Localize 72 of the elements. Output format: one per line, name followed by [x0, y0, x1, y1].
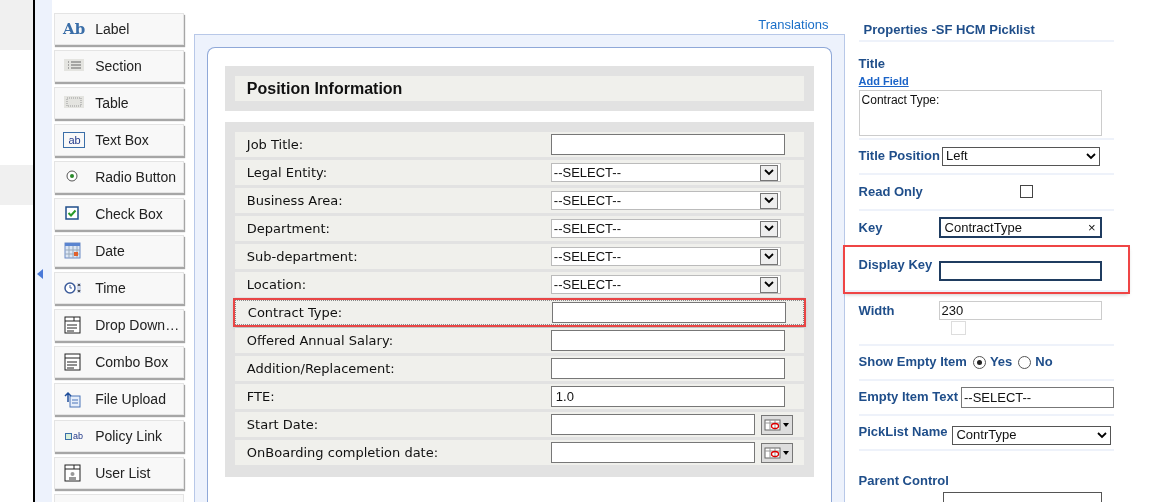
navigation-item[interactable] — [0, 0, 34, 50]
text-field[interactable] — [550, 358, 785, 379]
toolbox-button[interactable]: Table — [54, 87, 185, 119]
property-label: Parent Control — [858, 471, 950, 490]
field-label: Location: — [246, 275, 308, 294]
collapse-arrow-icon[interactable] — [37, 269, 44, 279]
field-label: Department: — [246, 219, 331, 238]
property-label: Read Only — [858, 182, 924, 201]
add-field-link[interactable]: Add Field — [858, 73, 909, 90]
field-label: Offered Annual Salary: — [246, 331, 395, 350]
radio-option[interactable]: Yes — [972, 352, 1013, 372]
field-label: Addition/Replacement: — [246, 359, 396, 378]
title-position-select[interactable]: Left — [941, 146, 1100, 166]
field-label: Job Title: — [246, 135, 305, 154]
toolbox-button[interactable]: File Upload — [54, 383, 185, 415]
radio-option[interactable]: No — [1018, 352, 1053, 372]
toolbox-button[interactable]: Combo Box — [54, 346, 185, 378]
caret-icon — [1085, 152, 1096, 160]
toolbox-button[interactable]: Section — [54, 50, 185, 82]
text-field[interactable] — [551, 302, 786, 323]
translations-link[interactable]: Translations — [758, 15, 829, 35]
toolbox-button[interactable]: Ab Label — [54, 13, 185, 45]
title-text-area[interactable]: Contract Type: — [858, 89, 1102, 136]
clear-button[interactable]: × — [1087, 221, 1096, 234]
toolbox-button[interactable]: Radio Button — [54, 161, 185, 193]
width-field[interactable]: 230 — [938, 300, 1102, 320]
toolbox-button[interactable]: ab Text Box — [54, 124, 185, 156]
caret-icon — [1097, 431, 1108, 439]
field-label: Start Date: — [246, 415, 320, 434]
field-label: FTE: — [246, 387, 276, 406]
toolbox-button[interactable]: ab Policy Link — [54, 420, 185, 452]
field-label: OnBoarding completion date: — [246, 443, 440, 462]
parent-control-select[interactable] — [942, 492, 1102, 502]
property-label: Title Position — [858, 147, 940, 166]
text-field[interactable]: 1.0 — [550, 386, 785, 407]
properties-title: Properties -SF HCM Picklist — [863, 21, 1035, 39]
label-icon: Ab — [61, 21, 88, 37]
text-box-icon: ab — [63, 132, 86, 148]
toolbox-button[interactable]: Drop Down… — [54, 309, 185, 341]
calendar-picker-button[interactable] — [760, 442, 793, 463]
toolbox-button[interactable]: User List — [54, 457, 185, 489]
empty-item-text-field[interactable]: --SELECT-- — [961, 386, 1114, 408]
text-field[interactable] — [550, 330, 785, 351]
field-label: Legal Entity: — [246, 163, 329, 182]
key-field[interactable]: ContractType × — [938, 217, 1102, 238]
property-label: Show Empty Item — [858, 353, 967, 372]
property-label: Width — [858, 301, 896, 320]
toolbox-button[interactable]: Time — [54, 272, 185, 304]
field-label: Contract Type: — [247, 303, 344, 322]
property-label: Key — [858, 218, 884, 237]
property-label: Title — [858, 54, 887, 73]
toolbox-button[interactable]: Date — [54, 235, 185, 267]
property-label: Display Key — [858, 255, 934, 274]
select-field[interactable]: --SELECT-- — [550, 163, 781, 182]
field-label: Sub-department: — [246, 247, 359, 266]
property-label: PickList Name — [858, 423, 948, 442]
select-field[interactable]: --SELECT-- — [550, 275, 781, 294]
select-field[interactable]: --SELECT-- — [550, 247, 781, 266]
picklist-name-select[interactable]: ContrType — [952, 425, 1112, 445]
select-field[interactable]: --SELECT-- — [550, 191, 781, 210]
date-field[interactable] — [550, 414, 755, 435]
section-title: Position Information — [246, 78, 403, 99]
property-label: Empty Item Text — [858, 388, 958, 407]
toolbox-button[interactable]: Check Box — [54, 198, 185, 230]
date-field[interactable] — [550, 442, 755, 463]
checkbox[interactable] — [1019, 185, 1033, 198]
text-field[interactable] — [550, 134, 785, 155]
select-field[interactable]: --SELECT-- — [550, 219, 781, 238]
display-key-field[interactable] — [938, 260, 1102, 281]
field-label: Business Area: — [246, 191, 344, 210]
navigation-item[interactable] — [0, 165, 34, 205]
calendar-picker-button[interactable] — [760, 414, 793, 435]
